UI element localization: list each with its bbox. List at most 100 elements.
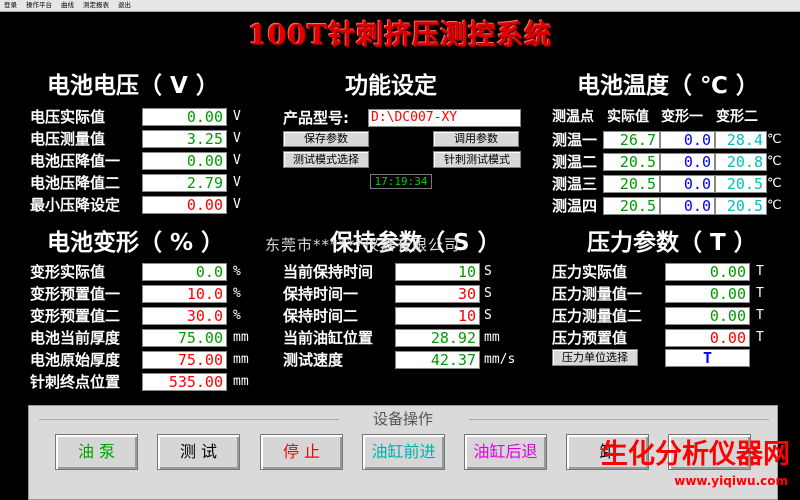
voltage-drop1-label: 电池压降值一 xyxy=(30,152,121,170)
temp-header-deform1: 变形一 xyxy=(661,109,703,125)
cylinder-backward-button[interactable]: 油缸后退 xyxy=(464,434,547,470)
deform-preset2-input[interactable]: 30.0 xyxy=(142,307,227,325)
pressure-preset-input[interactable]: 0.00 xyxy=(665,329,750,347)
original-thickness-input[interactable]: 75.00 xyxy=(142,351,227,369)
temp4-deform1: 0.0 xyxy=(660,197,715,215)
menu-operation-platform[interactable]: 操作平台 xyxy=(26,0,52,11)
deform-actual-value: 0.0 xyxy=(142,263,227,281)
test-mode-value[interactable]: 针刺测试模式 xyxy=(433,151,521,168)
temp1-actual: 26.7 xyxy=(603,131,660,149)
deform-preset1-unit: % xyxy=(233,286,241,301)
temp3-label: 测温三 xyxy=(552,175,598,193)
clock-display: 17:19:34 xyxy=(370,174,432,189)
oil-pump-button[interactable]: 油 泵 xyxy=(55,434,138,470)
hold-time1-unit: S xyxy=(484,286,492,301)
operation-panel-title: 设备操作 xyxy=(372,410,433,428)
site-logo-url: www.yiqiwu.com xyxy=(674,474,788,488)
pressure-actual-label: 压力实际值 xyxy=(552,263,628,281)
min-drop-setting-label: 最小压降设定 xyxy=(30,196,121,214)
pressure-actual-unit: T xyxy=(756,264,764,279)
app-title: 100T针刺挤压测控系统 xyxy=(247,20,553,51)
original-thickness-unit: mm xyxy=(233,352,249,367)
voltage-actual-unit: V xyxy=(233,109,241,124)
temp3-unit: ℃ xyxy=(767,176,782,191)
current-thickness-label: 电池当前厚度 xyxy=(30,329,121,347)
temp3-deform2: 20.5 xyxy=(715,175,767,193)
hold-time2-label: 保持时间二 xyxy=(283,307,359,325)
needle-end-position-unit: mm xyxy=(233,374,249,389)
deform-preset1-label: 变形预置值一 xyxy=(30,285,121,303)
temp2-unit: ℃ xyxy=(767,154,782,169)
voltage-measured-unit: V xyxy=(233,131,241,146)
menu-login[interactable]: 登录 xyxy=(4,0,17,11)
deformation-section-title: 电池变形（ % ） xyxy=(47,230,225,256)
voltage-drop2-label: 电池压降值二 xyxy=(30,174,121,192)
menu-exit[interactable]: 退出 xyxy=(118,0,131,11)
current-thickness-unit: mm xyxy=(233,330,249,345)
voltage-section-title: 电池电压（ V ） xyxy=(47,73,219,99)
voltage-drop2-value: 2.79 xyxy=(142,174,227,192)
cylinder-position-label: 当前油缸位置 xyxy=(283,329,374,347)
temp2-deform2: 20.8 xyxy=(715,153,767,171)
temp-header-deform2: 变形二 xyxy=(716,109,758,125)
temp4-deform2: 20.5 xyxy=(715,197,767,215)
pressure-measured2-label: 压力测量值二 xyxy=(552,307,643,325)
cylinder-position-unit: mm xyxy=(484,330,500,345)
stop-button[interactable]: 停 止 xyxy=(260,434,343,470)
voltage-drop2-unit: V xyxy=(233,175,241,190)
hold-time1-label: 保持时间一 xyxy=(283,285,359,303)
company-watermark: 东莞市******仪器有限公司 xyxy=(265,236,461,254)
current-hold-time-unit: S xyxy=(484,264,492,279)
voltage-actual-label: 电压实际值 xyxy=(30,108,106,126)
pressure-preset-label: 压力预置值 xyxy=(552,329,628,347)
menu-curve[interactable]: 曲线 xyxy=(61,0,74,11)
menu-bar: 登录 操作平台 曲线 测定报表 退出 xyxy=(0,0,800,12)
temp2-deform1: 0.0 xyxy=(660,153,715,171)
voltage-drop1-unit: V xyxy=(233,153,241,168)
temp1-deform2: 28.4 xyxy=(715,131,767,149)
voltage-measured-value: 3.25 xyxy=(142,130,227,148)
pressure-measured1-value: 0.00 xyxy=(665,285,750,303)
load-params-button[interactable]: 调用参数 xyxy=(433,131,519,147)
pressure-measured2-unit: T xyxy=(756,308,764,323)
test-button[interactable]: 测 试 xyxy=(157,434,240,470)
deform-preset2-unit: % xyxy=(233,308,241,323)
test-speed-label: 测试速度 xyxy=(283,351,344,369)
pressure-measured2-value: 0.00 xyxy=(665,307,750,325)
temp3-deform1: 0.0 xyxy=(660,175,715,193)
deform-actual-label: 变形实际值 xyxy=(30,263,106,281)
test-speed-value: 42.37 xyxy=(395,351,480,369)
hold-time2-input[interactable]: 10 xyxy=(395,307,480,325)
product-model-input[interactable]: D:\DC007-XY xyxy=(368,109,521,127)
site-logo: 生化分析仪器网 xyxy=(601,439,790,470)
deform-preset1-input[interactable]: 10.0 xyxy=(142,285,227,303)
pressure-preset-unit: T xyxy=(756,330,764,345)
hold-time1-input[interactable]: 30 xyxy=(395,285,480,303)
temp-header-actual: 实际值 xyxy=(607,109,649,125)
function-section-title: 功能设定 xyxy=(345,73,437,99)
temp4-actual: 20.5 xyxy=(603,197,660,215)
temperature-section-title: 电池温度（ ℃ ） xyxy=(577,73,759,99)
temp-header-point: 测温点 xyxy=(552,109,594,125)
pressure-actual-value: 0.00 xyxy=(665,263,750,281)
needle-end-position-input[interactable]: 535.00 xyxy=(142,373,227,391)
pressure-section-title: 压力参数（ T ） xyxy=(587,230,757,256)
voltage-drop1-value: 0.00 xyxy=(142,152,227,170)
original-thickness-label: 电池原始厚度 xyxy=(30,351,121,369)
test-mode-select-button[interactable]: 测试模式选择 xyxy=(283,151,369,168)
pressure-unit-value[interactable]: T xyxy=(665,349,750,367)
min-drop-setting-input[interactable]: 0.00 xyxy=(142,196,227,214)
temp4-unit: ℃ xyxy=(767,198,782,213)
temp2-label: 测温二 xyxy=(552,153,598,171)
needle-end-position-label: 针刺终点位置 xyxy=(30,373,121,391)
save-params-button[interactable]: 保存参数 xyxy=(283,131,369,147)
pressure-unit-select-button[interactable]: 压力单位选择 xyxy=(552,349,638,366)
cylinder-forward-button[interactable]: 油缸前进 xyxy=(362,434,445,470)
menu-report[interactable]: 测定报表 xyxy=(83,0,109,11)
temp1-deform1: 0.0 xyxy=(660,131,715,149)
current-hold-time-value: 10 xyxy=(395,263,480,281)
temp1-label: 测温一 xyxy=(552,131,598,149)
temp3-actual: 20.5 xyxy=(603,175,660,193)
min-drop-setting-unit: V xyxy=(233,197,241,212)
pressure-measured1-label: 压力测量值一 xyxy=(552,285,643,303)
